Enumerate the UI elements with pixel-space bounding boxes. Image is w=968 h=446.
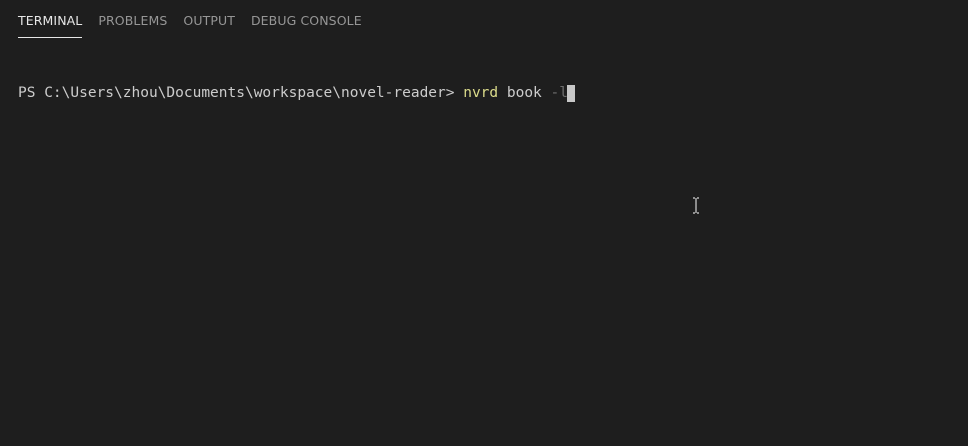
terminal-panel: TERMINAL PROBLEMS OUTPUT DEBUG CONSOLE P… [0,0,968,446]
tab-terminal[interactable]: TERMINAL [18,0,83,40]
panel-tab-bar: TERMINAL PROBLEMS OUTPUT DEBUG CONSOLE [0,0,968,40]
tab-debug-console[interactable]: DEBUG CONSOLE [251,0,362,40]
terminal-prompt: PS C:\Users\zhou\Documents\workspace\nov… [18,85,464,101]
terminal-output[interactable]: PS C:\Users\zhou\Documents\workspace\nov… [18,43,968,446]
tab-problems[interactable]: PROBLEMS [98,0,167,40]
terminal-argument: book [498,85,551,101]
text-ibeam-cursor-icon [693,197,699,214]
terminal-command: nvrd [463,85,499,101]
terminal-flag: -l [550,85,568,101]
terminal-command-line: PS C:\Users\zhou\Documents\workspace\nov… [18,83,968,103]
terminal-caret [567,84,575,102]
tab-output[interactable]: OUTPUT [183,0,235,40]
